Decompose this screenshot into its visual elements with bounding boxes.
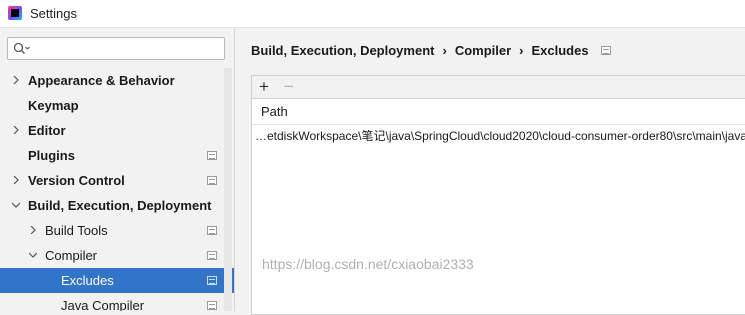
column-header-path[interactable]: Path: [261, 99, 288, 124]
sidebar-scrollbar[interactable]: [224, 68, 232, 311]
tree-item-label: Excludes: [61, 273, 114, 288]
tree-item-label: Build, Execution, Deployment: [28, 198, 212, 213]
tree-item-label: Editor: [28, 123, 66, 138]
chevron-down-icon[interactable]: [12, 201, 20, 209]
tree-item-build-tools[interactable]: Build Tools: [0, 218, 234, 243]
chevron-down-icon[interactable]: [29, 251, 37, 259]
search-input[interactable]: [36, 40, 225, 59]
breadcrumb-separator: ›: [519, 43, 524, 59]
watermark: https://blog.csdn.net/cxiaobai2333: [262, 256, 474, 272]
remove-button[interactable]: −: [284, 78, 294, 95]
project-settings-icon: [207, 151, 217, 160]
chevron-right-icon[interactable]: [29, 226, 37, 234]
breadcrumb-item[interactable]: Build, Execution, Deployment: [251, 43, 434, 58]
breadcrumb-item[interactable]: Compiler: [455, 43, 511, 58]
tree-item-plugins[interactable]: Plugins: [0, 143, 234, 168]
settings-sidebar: Appearance & Behavior Keymap Editor Plug…: [0, 28, 235, 311]
tree-item-label: Appearance & Behavior: [28, 73, 175, 88]
chevron-right-icon[interactable]: [12, 126, 20, 134]
tree-item-label: Compiler: [45, 248, 98, 263]
project-settings-icon: [207, 176, 217, 185]
chevron-right-icon[interactable]: [12, 176, 20, 184]
tree-item-version-control[interactable]: Version Control: [0, 168, 234, 193]
project-settings-icon: [207, 276, 217, 285]
tree-item-java-compiler[interactable]: Java Compiler: [0, 293, 234, 311]
tree-item-label: Java Compiler: [61, 298, 145, 311]
settings-tree: Appearance & Behavior Keymap Editor Plug…: [0, 68, 234, 311]
title-bar: Settings: [0, 0, 745, 28]
breadcrumb-separator: ›: [442, 43, 447, 59]
tree-item-label: Plugins: [28, 148, 75, 163]
excludes-panel: + − Path …etdiskWorkspace\笔记\java\Spring…: [251, 75, 745, 315]
chevron-right-icon[interactable]: [12, 76, 20, 84]
path-cell: …etdiskWorkspace\笔记\java\SpringCloud\clo…: [255, 129, 745, 143]
tree-item-keymap[interactable]: Keymap: [0, 93, 234, 118]
window-title: Settings: [30, 6, 77, 21]
tree-item-compiler[interactable]: Compiler: [0, 243, 234, 268]
project-settings-icon: [207, 226, 217, 235]
tree-item-label: Build Tools: [45, 223, 108, 238]
tree-item-build-execution-deployment[interactable]: Build, Execution, Deployment: [0, 193, 234, 218]
settings-search-box[interactable]: [7, 37, 225, 60]
project-settings-icon: [207, 251, 217, 260]
excludes-toolbar: + −: [252, 76, 745, 99]
breadcrumb: Build, Execution, Deployment › Compiler › Ex…: [251, 42, 611, 58]
project-settings-icon: [600, 46, 611, 56]
project-settings-icon: [207, 301, 217, 310]
add-button[interactable]: +: [259, 78, 269, 95]
search-icon: [13, 42, 30, 54]
table-header: Path: [252, 99, 745, 125]
tree-item-excludes[interactable]: Excludes: [0, 268, 234, 293]
intellij-logo-icon: [8, 6, 22, 20]
tree-item-appearance-behavior[interactable]: Appearance & Behavior: [0, 68, 234, 93]
tree-item-label: Version Control: [28, 173, 125, 188]
tree-item-label: Keymap: [28, 98, 79, 113]
breadcrumb-item: Excludes: [531, 43, 589, 59]
table-row[interactable]: …etdiskWorkspace\笔记\java\SpringCloud\clo…: [252, 125, 745, 147]
tree-item-editor[interactable]: Editor: [0, 118, 234, 143]
